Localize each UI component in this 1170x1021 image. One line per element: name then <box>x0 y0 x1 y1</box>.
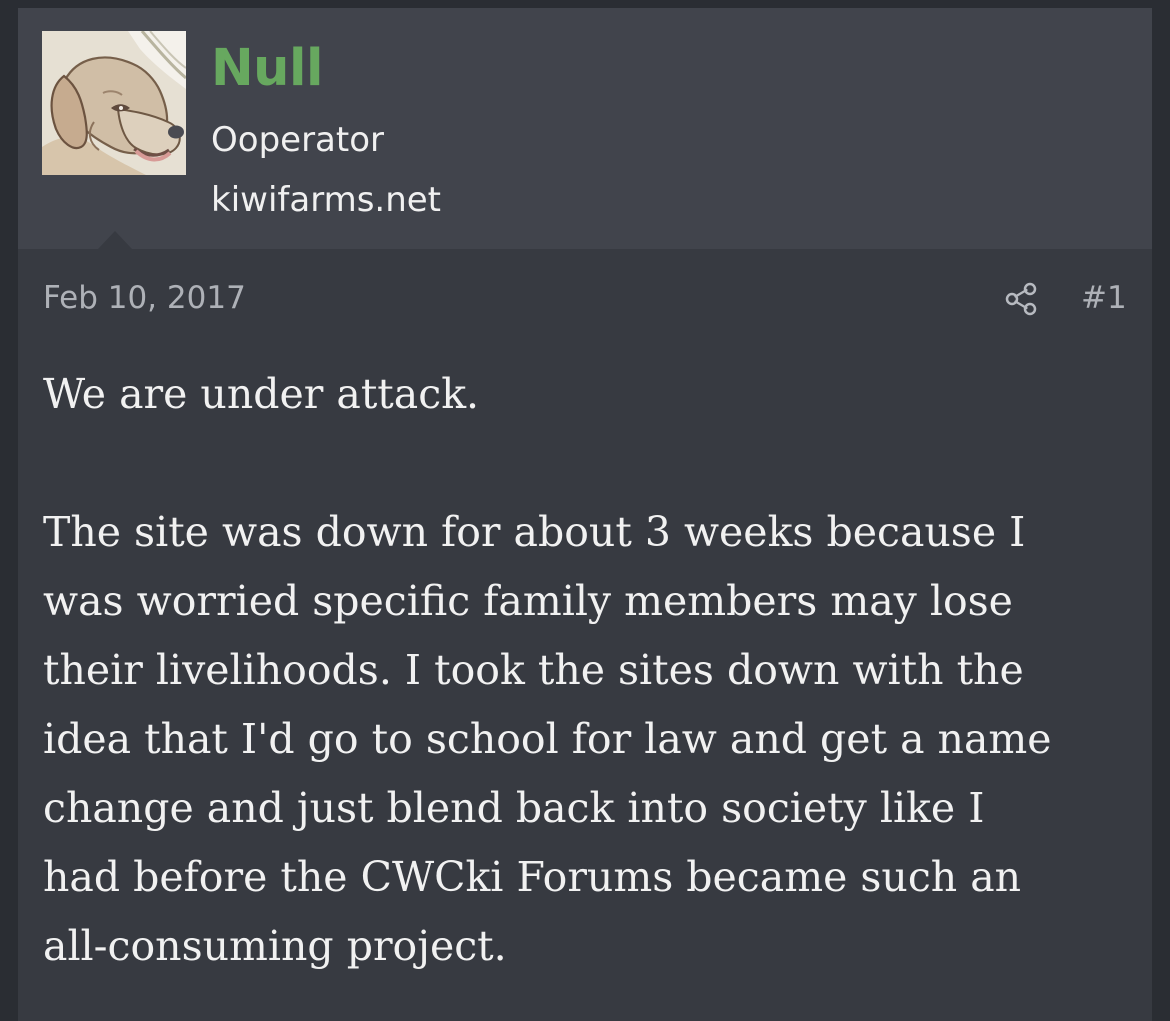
user-block-pointer <box>98 231 132 249</box>
post-paragraph-2: The site was down for about 3 weeks beca… <box>43 508 1052 970</box>
user-site: kiwifarms.net <box>211 180 442 220</box>
share-icon[interactable] <box>1003 281 1039 317</box>
post-number[interactable]: #1 <box>1081 278 1127 318</box>
post-body: We are under attack. The site was down f… <box>43 360 1133 981</box>
post-paragraph-1: We are under attack. <box>43 370 480 418</box>
user-title: Ooperator <box>211 120 384 160</box>
username[interactable]: Null <box>211 38 323 100</box>
forum-post: Null Ooperator kiwifarms.net Feb 10, 201… <box>18 8 1152 1021</box>
dog-avatar-icon[interactable] <box>42 31 186 175</box>
post-date[interactable]: Feb 10, 2017 <box>43 278 246 318</box>
user-block: Null Ooperator kiwifarms.net <box>18 8 1152 249</box>
